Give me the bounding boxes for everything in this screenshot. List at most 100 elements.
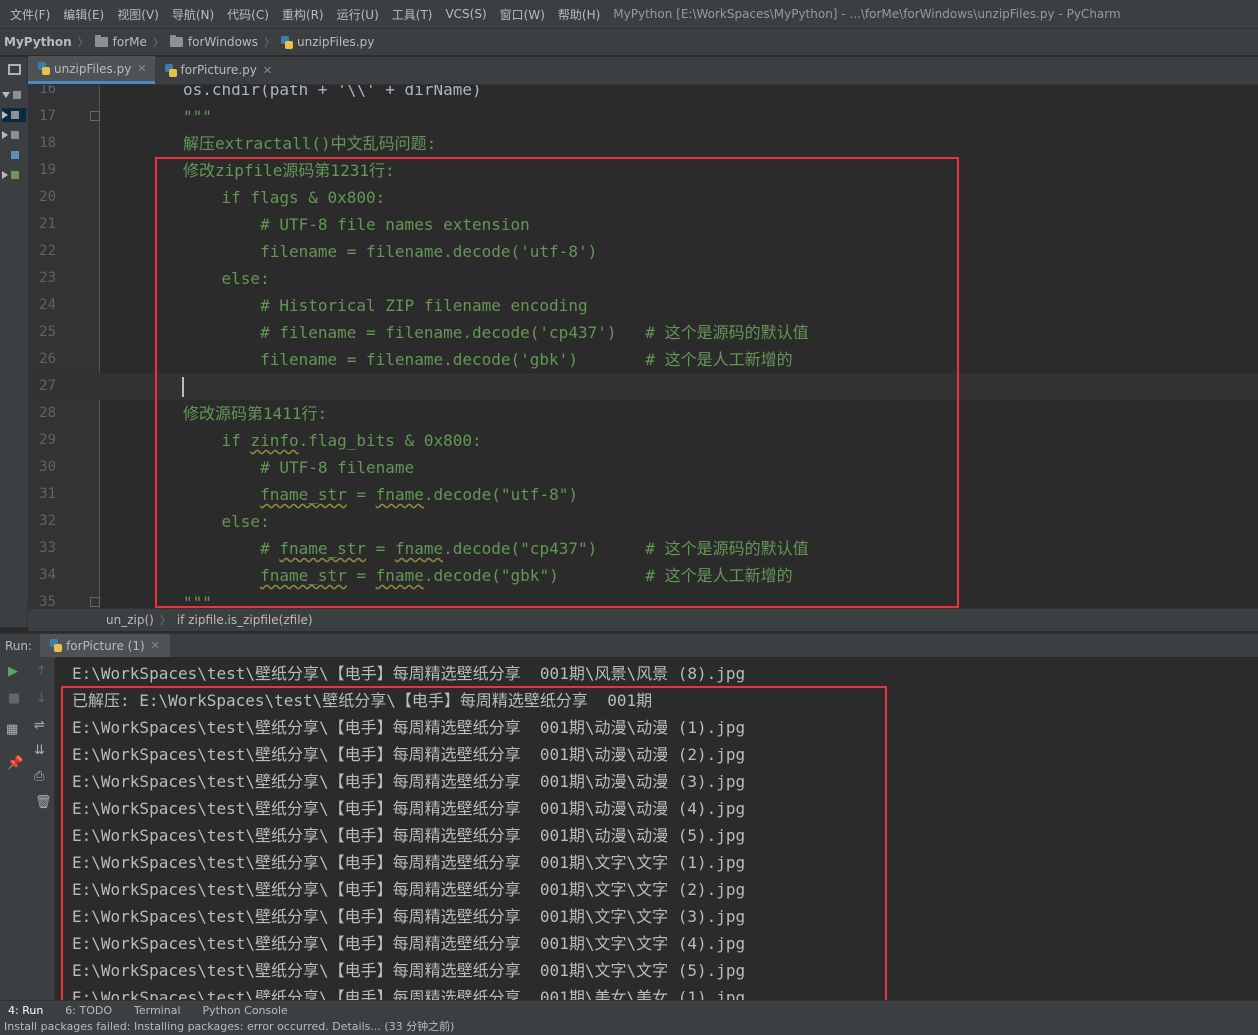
chevron-right-icon: 〉 <box>264 36 275 49</box>
highlight-box-code <box>155 157 959 608</box>
python-file-icon <box>281 35 293 49</box>
tree-row[interactable] <box>2 148 26 162</box>
line-number: 30 <box>39 459 56 475</box>
menu-file[interactable]: 文件(F) <box>10 6 50 23</box>
breadcrumb-label: forWindows <box>187 35 258 49</box>
code-text: """ <box>183 103 212 130</box>
folder-icon <box>11 111 19 119</box>
project-panel-toggle-icon[interactable] <box>8 64 21 75</box>
close-icon[interactable]: ✕ <box>137 62 146 75</box>
collapse-arrow-icon <box>2 111 8 119</box>
code-text: 解压extractall()中文乱码问题: <box>183 130 436 157</box>
chevron-right-icon: 〉 <box>77 36 89 49</box>
code-text: os.chdir(path + '\\' + dirName) <box>183 85 482 103</box>
menu-window[interactable]: 窗口(W) <box>500 6 545 23</box>
tree-row-selected[interactable] <box>2 108 26 122</box>
tree-row[interactable] <box>2 88 26 102</box>
status-bar[interactable]: Install packages failed: Installing pack… <box>0 1019 1258 1035</box>
run-tab-label: forPicture (1) <box>66 638 145 653</box>
highlight-box-output <box>61 686 887 1012</box>
soft-wrap-icon[interactable]: ⇌ <box>34 719 45 733</box>
menu-edit[interactable]: 编辑(E) <box>63 6 104 23</box>
menu-navigate[interactable]: 导航(N) <box>172 6 214 23</box>
line-number: 27 <box>39 378 56 394</box>
line-number: 33 <box>39 540 56 556</box>
line-number: 32 <box>39 513 56 529</box>
tool-tab-todo[interactable]: 6: TODO <box>65 1004 112 1017</box>
menu-help[interactable]: 帮助(H) <box>558 6 600 23</box>
line-number: 25 <box>39 324 56 340</box>
line-number: 21 <box>39 216 56 232</box>
tool-tab-run[interactable]: 4: Run <box>8 1004 43 1017</box>
run-panel-header: Run: forPicture (1) ✕ <box>0 633 1258 658</box>
structure-function[interactable]: un_zip() <box>106 613 154 627</box>
line-number: 28 <box>39 405 56 421</box>
menu-run[interactable]: 运行(U) <box>337 6 379 23</box>
code-token: """ <box>183 107 212 126</box>
line-number: 17 <box>39 108 56 124</box>
code-line[interactable]: 17 """ <box>28 103 1258 130</box>
menu-bar: 文件(F) 编辑(E) 视图(V) 导航(N) 代码(C) 重构(R) 运行(U… <box>0 0 1258 29</box>
chevron-right-icon: 〉 <box>152 36 164 49</box>
close-icon[interactable]: ✕ <box>263 64 272 77</box>
tab-unzipfiles[interactable]: unzipFiles.py ✕ <box>28 56 155 84</box>
file-icon <box>11 151 19 159</box>
up-arrow-icon[interactable]: ↑ <box>36 665 47 679</box>
python-file-icon <box>164 63 177 77</box>
scroll-to-end-icon[interactable]: ⇊ <box>34 744 45 758</box>
console-output-line: E:\WorkSpaces\test\壁纸分享\【电手】每周精选壁纸分享 001… <box>72 664 746 683</box>
print-icon[interactable]: ⎙ <box>34 770 44 784</box>
rerun-icon[interactable]: ▶ <box>8 665 18 679</box>
folder-icon <box>13 91 21 99</box>
breadcrumb-label: unzipFiles.py <box>297 35 375 49</box>
fold-marker-icon[interactable] <box>90 597 100 607</box>
run-tab-forpicture[interactable]: forPicture (1) ✕ <box>40 633 170 658</box>
tab-forpicture[interactable]: forPicture.py ✕ <box>155 56 281 84</box>
code-line[interactable]: 16 os.chdir(path + '\\' + dirName) <box>28 85 1258 103</box>
tab-label: unzipFiles.py <box>54 61 132 76</box>
menu-vcs[interactable]: VCS(S) <box>445 7 486 21</box>
structure-statement[interactable]: if zipfile.is_zipfile(zfile) <box>177 613 313 627</box>
line-number: 18 <box>39 135 56 151</box>
bottom-tool-window-bar: 4: Run 6: TODO Terminal Python Console <box>0 1000 1258 1019</box>
code-line[interactable]: 18 解压extractall()中文乱码问题: <box>28 130 1258 157</box>
collapse-arrow-icon <box>2 131 8 139</box>
line-number: 34 <box>39 567 56 583</box>
line-number: 19 <box>39 162 56 178</box>
code-token: 解压extractall()中文乱码问题: <box>183 134 437 153</box>
breadcrumb-file[interactable]: unzipFiles.py <box>281 35 374 49</box>
editor-tab-bar: unzipFiles.py ✕ forPicture.py ✕ <box>28 56 1258 85</box>
code-token: os.chdir(path + '\\' + dirName) <box>183 85 482 99</box>
tree-row[interactable] <box>2 168 26 182</box>
menu-tools[interactable]: 工具(T) <box>392 6 433 23</box>
line-number: 24 <box>39 297 56 313</box>
line-number: 20 <box>39 189 56 205</box>
collapse-arrow-icon <box>2 171 8 179</box>
window-title: MyPython [E:\WorkSpaces\MyPython] - ...\… <box>613 7 1121 21</box>
run-toolbar-left: ▶ ■ ▦ 📌 <box>0 657 28 1000</box>
pin-icon[interactable]: 📌 <box>7 757 23 771</box>
line-number: 31 <box>39 486 56 502</box>
tree-row[interactable] <box>2 128 26 142</box>
breadcrumb-project[interactable]: MyPython <box>0 35 72 49</box>
breadcrumb-label: forMe <box>112 35 147 49</box>
down-arrow-icon[interactable]: ↓ <box>36 692 47 706</box>
menu-view[interactable]: 视图(V) <box>117 6 159 23</box>
breadcrumb-folder-forme[interactable]: forMe <box>94 35 147 49</box>
python-file-icon <box>38 62 50 75</box>
menu-refactor[interactable]: 重构(R) <box>282 6 324 23</box>
tab-label: forPicture.py <box>180 63 257 77</box>
tool-tab-python-console[interactable]: Python Console <box>203 1004 288 1017</box>
fold-marker-icon[interactable] <box>90 111 100 121</box>
close-icon[interactable]: ✕ <box>151 639 160 652</box>
breadcrumb-folder-forwindows[interactable]: forWindows <box>169 35 258 49</box>
folder-icon <box>11 131 19 139</box>
run-label: Run: <box>5 638 33 653</box>
layout-icon[interactable]: ▦ <box>6 723 18 737</box>
tool-tab-terminal[interactable]: Terminal <box>134 1004 181 1017</box>
library-icon <box>11 171 19 179</box>
stop-icon[interactable]: ■ <box>8 692 20 706</box>
trash-icon[interactable]: 🗑 <box>35 796 52 810</box>
line-number: 26 <box>39 351 56 367</box>
menu-code[interactable]: 代码(C) <box>227 6 269 23</box>
